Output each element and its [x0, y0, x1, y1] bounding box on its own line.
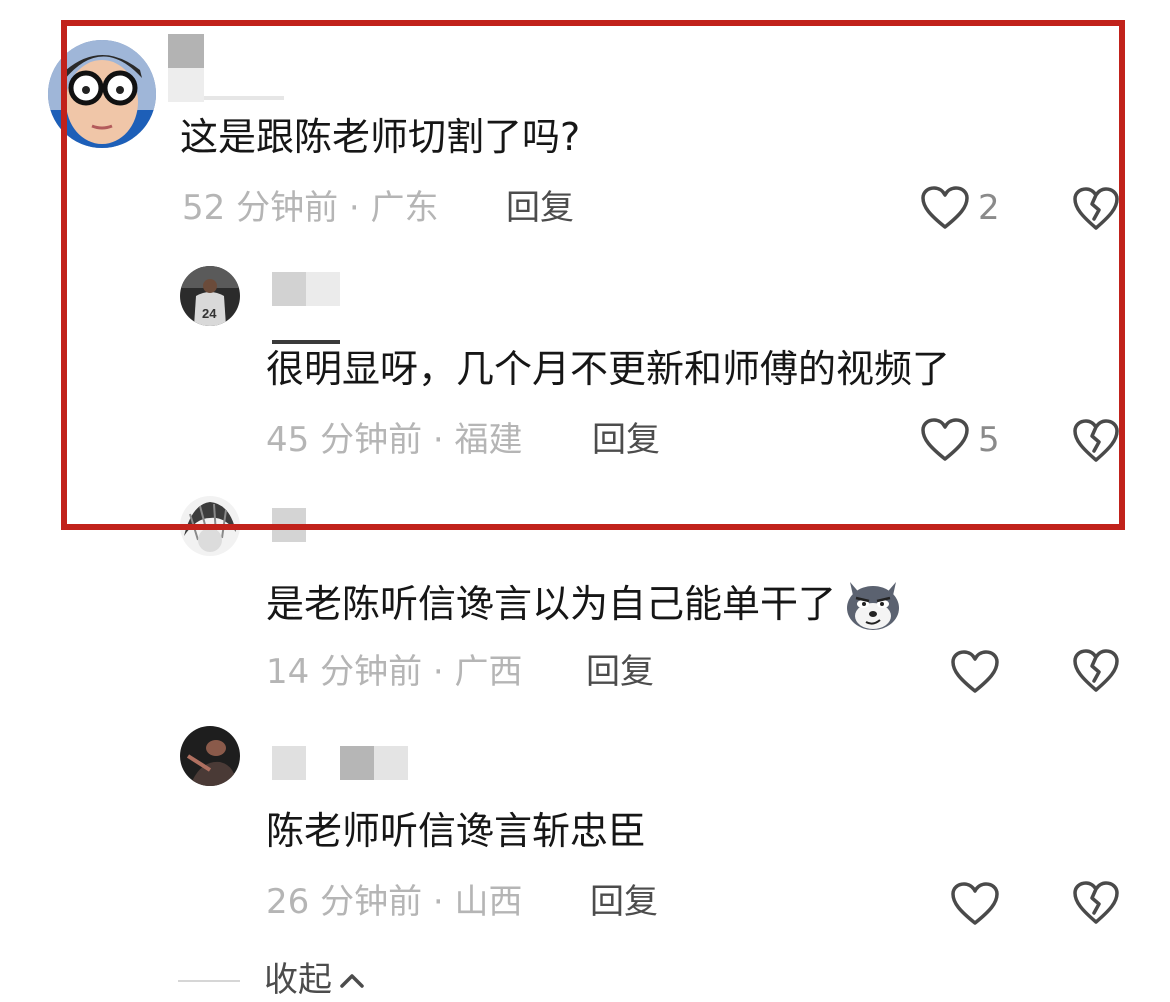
reply-text: 很明显呀，几个月不更新和师傅的视频了: [266, 347, 951, 391]
reply-button[interactable]: 回复: [592, 418, 660, 462]
reply-button[interactable]: 回复: [506, 186, 574, 230]
like-count: 2: [978, 188, 1000, 228]
collapse-replies-button[interactable]: 收起: [264, 958, 366, 1002]
username-blurred[interactable]: [168, 34, 288, 104]
like-button[interactable]: 2: [920, 184, 1000, 232]
broken-heart-icon: [1073, 649, 1119, 692]
dislike-button[interactable]: [1072, 648, 1120, 696]
reply-button[interactable]: 回复: [586, 650, 654, 694]
like-button[interactable]: [950, 648, 1000, 696]
heart-outline-icon: [951, 882, 999, 925]
svg-text:24: 24: [202, 306, 217, 321]
reply-meta: 14 分钟前 · 广西: [266, 652, 523, 692]
username-blurred[interactable]: [272, 746, 412, 782]
like-button[interactable]: 5: [920, 416, 1000, 464]
username-blurred[interactable]: [272, 272, 342, 306]
like-count: 5: [978, 420, 1000, 460]
heart-outline-icon: [951, 650, 999, 693]
avatar[interactable]: [180, 726, 240, 786]
reply-text: 是老陈听信谗言以为自己能单干了: [266, 576, 902, 632]
dislike-button[interactable]: [1072, 880, 1120, 928]
like-button[interactable]: [950, 880, 1000, 928]
dislike-button[interactable]: [1072, 418, 1120, 466]
comment-text: 这是跟陈老师切割了吗?: [180, 115, 581, 159]
avatar[interactable]: [48, 40, 156, 148]
dislike-button[interactable]: [1072, 186, 1120, 234]
chevron-up-icon: [340, 974, 364, 988]
avatar[interactable]: 24: [180, 266, 240, 326]
heart-outline-icon: [921, 418, 969, 461]
comment-meta: 52 分钟前 · 广东: [182, 188, 439, 228]
collapse-divider: [178, 980, 240, 982]
username-blurred[interactable]: [272, 508, 308, 544]
heart-outline-icon: [921, 186, 969, 229]
avatar[interactable]: [180, 496, 240, 556]
broken-heart-icon: [1073, 187, 1119, 230]
broken-heart-icon: [1073, 419, 1119, 462]
reply-meta: 45 分钟前 · 福建: [266, 420, 523, 460]
husky-dog-emoji-icon: [847, 582, 900, 630]
broken-heart-icon: [1073, 881, 1119, 924]
collapse-label: 收起: [264, 960, 332, 1000]
reply-text-content: 是老陈听信谗言以为自己能单干了: [266, 582, 837, 626]
reply-text: 陈老师听信谗言斩忠臣: [266, 809, 647, 853]
reply-button[interactable]: 回复: [590, 880, 658, 924]
reply-meta: 26 分钟前 · 山西: [266, 882, 523, 922]
